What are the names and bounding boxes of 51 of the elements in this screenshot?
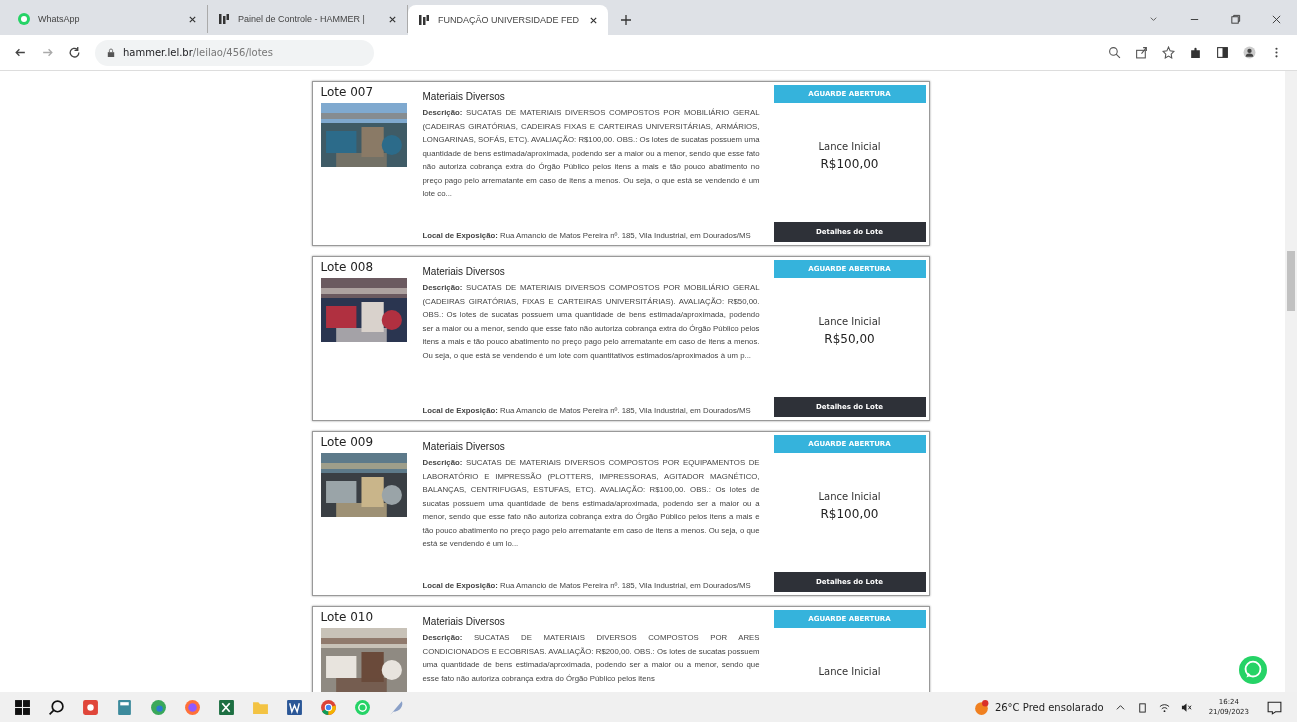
lot-title: Materiais Diversos: [422, 91, 506, 102]
search-icon[interactable]: [48, 698, 65, 716]
address-bar[interactable]: hammer.lel.br/leilao/456/lotes: [95, 39, 374, 66]
calculator-icon[interactable]: [116, 698, 133, 716]
lot-title: Materiais Diversos: [422, 441, 506, 452]
reload-icon[interactable]: [68, 46, 81, 59]
bid-value: R$50,00: [824, 332, 875, 346]
profile-icon[interactable]: [1243, 46, 1256, 59]
bid-label: Lance Inicial: [818, 141, 881, 152]
bid-value: R$100,00: [820, 507, 879, 521]
bars-icon: [418, 14, 430, 26]
speaker-icon[interactable]: [1180, 701, 1192, 713]
weather-text[interactable]: 26°C Pred ensolarado: [994, 701, 1104, 713]
firefox-icon[interactable]: [184, 698, 201, 716]
whatsapp-icon: [18, 13, 30, 25]
edge-icon[interactable]: [150, 698, 167, 716]
weather-icon: [972, 698, 990, 716]
lot-title: Materiais Diversos: [422, 266, 506, 277]
new-tab-icon[interactable]: [620, 14, 632, 26]
close-icon[interactable]: [1271, 14, 1282, 25]
bars-icon: [218, 13, 230, 25]
star-icon[interactable]: [1162, 46, 1175, 59]
bid-label: Lance Inicial: [818, 491, 881, 502]
lot-number: Lote 009: [320, 435, 375, 449]
back-icon[interactable]: [14, 46, 27, 59]
share-icon[interactable]: [1135, 46, 1148, 59]
bid-label: Lance Inicial: [818, 316, 881, 327]
wifi-icon[interactable]: [1158, 701, 1170, 713]
word-icon[interactable]: [286, 698, 303, 716]
app-icon[interactable]: [82, 698, 99, 716]
close-icon[interactable]: [188, 14, 197, 24]
lot-number: Lote 007: [320, 85, 375, 99]
bid-value: R$100,00: [820, 157, 879, 171]
lot-number: Lote 010: [320, 610, 375, 624]
lot-number: Lote 008: [320, 260, 375, 274]
close-icon[interactable]: [589, 15, 598, 25]
chrome-icon[interactable]: [320, 698, 337, 716]
restore-icon[interactable]: [1230, 14, 1241, 25]
lock-icon: [107, 47, 115, 58]
browser-tab[interactable]: FUNDAÇÃO UNIVERSIDADE FED: [408, 5, 608, 35]
bid-label: Lance Inicial: [818, 666, 881, 677]
excel-icon[interactable]: [218, 698, 235, 716]
zoom-icon[interactable]: [1108, 46, 1121, 59]
windows-icon[interactable]: [14, 698, 31, 716]
browser-tab[interactable]: WhatsApp: [8, 5, 208, 33]
side-panel-icon[interactable]: [1216, 46, 1229, 59]
scrollbar[interactable]: [1285, 71, 1297, 692]
close-icon[interactable]: [388, 14, 397, 24]
battery-icon[interactable]: [1136, 701, 1148, 713]
puzzle-icon[interactable]: [1189, 46, 1202, 59]
lot-title: Materiais Diversos: [422, 616, 506, 627]
